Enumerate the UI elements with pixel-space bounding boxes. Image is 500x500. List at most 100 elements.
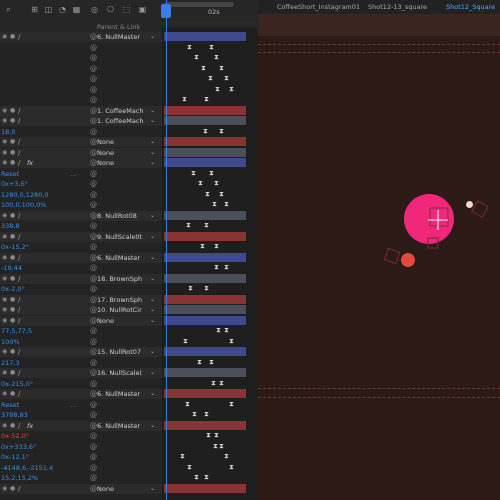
keyframe-icon[interactable]: ⧗ — [187, 463, 192, 472]
keyframe-icon[interactable]: ⧗ — [209, 169, 214, 178]
property-row[interactable]: 0x+3,6° @ — [0, 179, 162, 189]
pickwhip-icon[interactable]: @ — [90, 253, 97, 263]
parent-name[interactable]: 18. BrownSph — [97, 274, 152, 284]
keyframe-icon[interactable]: ⧗ — [224, 200, 229, 209]
keyframe-icon[interactable]: ⧗ — [204, 473, 209, 482]
quality-switch-icon[interactable]: / — [18, 106, 20, 116]
layer-duration-bar[interactable] — [164, 294, 246, 304]
parent-name[interactable]: 6. NullMaster — [97, 389, 152, 399]
property-row[interactable]: 3788,83 @ — [0, 410, 162, 420]
property-row[interactable]: Reset... @ — [0, 168, 162, 179]
solo-icon[interactable]: ● — [10, 275, 15, 283]
pickwhip-icon[interactable]: @ — [90, 32, 97, 42]
keyframe-icon[interactable]: ⧗ — [186, 221, 191, 230]
keyframe-icon[interactable]: ⧗ — [200, 242, 205, 251]
keyframe-icon[interactable]: ⧗ — [214, 53, 219, 62]
expression-pickwhip-icon[interactable]: @ — [90, 358, 97, 368]
property-value[interactable]: Reset — [1, 169, 19, 179]
parent-name[interactable]: 17. BrownSph — [97, 295, 152, 305]
solo-icon[interactable]: ● — [10, 422, 15, 430]
visibility-eye-icon[interactable]: ◉ — [2, 348, 7, 356]
visibility-eye-icon[interactable]: ◉ — [2, 107, 7, 115]
parent-name[interactable]: None — [97, 158, 152, 168]
keyframe-icon[interactable]: ⧗ — [224, 452, 229, 461]
layer-row[interactable]: ◉ ● / @1. CoffeeMach ⌄ — [0, 116, 162, 126]
layer-row[interactable]: ◉ ● / @ None ⌄ — [0, 137, 162, 147]
tab-shot12-13[interactable]: Shot12-13_square — [368, 0, 427, 14]
property-row[interactable]: 100% @ — [0, 336, 162, 347]
pickwhip-icon[interactable]: @ — [90, 274, 97, 284]
playhead-line[interactable] — [166, 0, 167, 500]
pickwhip-icon[interactable]: @ — [90, 316, 97, 326]
expression-pickwhip-icon[interactable]: @ — [90, 442, 97, 452]
property-row[interactable]: Reset... @ — [0, 399, 162, 410]
property-value[interactable]: 1280,0,1280,0 — [1, 190, 49, 200]
keyframe-icon[interactable]: ⧗ — [192, 410, 197, 419]
property-row[interactable]: 77,5,77,5 @ — [0, 326, 162, 336]
parent-name[interactable]: 1. CoffeeMach — [97, 106, 152, 116]
layer-duration-bar[interactable] — [164, 252, 246, 262]
property-value[interactable]: 18,0 — [1, 127, 15, 137]
solo-icon[interactable]: ● — [10, 138, 15, 146]
solo-icon[interactable]: ● — [10, 369, 15, 377]
property-row[interactable]: 100,0,100,0% @ — [0, 200, 162, 210]
pickwhip-icon[interactable]: @ — [90, 421, 97, 431]
layer-row[interactable]: @ — [0, 63, 162, 74]
parent-dropdown-icon[interactable]: ⌄ — [150, 316, 155, 326]
visibility-eye-icon[interactable]: ◉ — [2, 159, 7, 167]
visibility-eye-icon[interactable]: ◉ — [2, 254, 7, 262]
keyframe-icon[interactable]: ⧗ — [209, 43, 214, 52]
property-value[interactable]: 0x-15,2° — [1, 242, 29, 252]
parent-dropdown-icon[interactable]: ⌄ — [150, 305, 155, 315]
keyframe-icon[interactable]: ⧗ — [224, 74, 229, 83]
visibility-eye-icon[interactable]: ◉ — [2, 233, 7, 241]
property-value[interactable]: 100,0,100,0% — [1, 200, 46, 210]
solo-icon[interactable]: ● — [10, 159, 15, 167]
pickwhip-icon[interactable]: @ — [90, 74, 97, 84]
pickwhip-icon[interactable]: @ — [90, 211, 97, 221]
pickwhip-icon[interactable]: @ — [90, 53, 97, 63]
parent-name[interactable]: None — [97, 484, 152, 494]
property-row[interactable]: 0x-52,0° @ — [0, 431, 162, 441]
quality-switch-icon[interactable]: / — [18, 389, 20, 399]
parent-dropdown-icon[interactable]: ⌄ — [150, 158, 155, 168]
keyframe-icon[interactable]: ⧗ — [209, 358, 214, 367]
visibility-eye-icon[interactable]: ◉ — [2, 390, 7, 398]
parent-dropdown-icon[interactable]: ⌄ — [150, 106, 155, 116]
keyframe-icon[interactable]: ⧗ — [182, 95, 187, 104]
graph-editor-icon[interactable]: ⎔ — [106, 5, 115, 14]
keyframe-icon[interactable]: ⧗ — [214, 242, 219, 251]
pickwhip-icon[interactable]: @ — [90, 305, 97, 315]
layer-row[interactable]: ◉ ● / fx @6. NullMaster ⌄ — [0, 420, 162, 431]
parent-name[interactable]: None — [97, 316, 152, 326]
layer-duration-bar[interactable] — [164, 389, 246, 398]
layer-duration-bar[interactable] — [164, 231, 246, 241]
parent-dropdown-icon[interactable]: ⌄ — [150, 253, 155, 263]
layer-row[interactable]: @ — [0, 84, 162, 95]
keyframe-icon[interactable]: ⧗ — [208, 74, 213, 83]
search-icon[interactable]: ⌕ — [4, 5, 13, 14]
layer-row[interactable]: ◉ ● / @ None ⌄ — [0, 147, 162, 158]
layer-duration-bar[interactable] — [164, 137, 246, 146]
parent-name[interactable]: 16. NullScale( — [97, 368, 152, 378]
property-value[interactable]: 338,8 — [1, 221, 20, 231]
property-value[interactable]: 217,3 — [1, 358, 20, 368]
layer-row[interactable]: ◉ ● / @1. CoffeeMach ⌄ — [0, 105, 162, 116]
layer-duration-bar[interactable] — [164, 347, 246, 356]
property-value[interactable]: 0x-2,0° — [1, 284, 25, 294]
visibility-eye-icon[interactable]: ◉ — [2, 212, 7, 220]
layer-row[interactable]: ◉ ● / @10. NullRotCir ⌄ — [0, 305, 162, 315]
keyframe-icon[interactable]: ⧗ — [216, 326, 221, 335]
property-value[interactable]: 100% — [1, 337, 20, 347]
property-value[interactable]: 3788,83 — [1, 410, 28, 420]
visibility-eye-icon[interactable]: ◉ — [2, 138, 7, 146]
keyframe-icon[interactable]: ⧗ — [224, 326, 229, 335]
keyframe-icon[interactable]: ⧗ — [185, 400, 190, 409]
layer-duration-bar[interactable] — [164, 116, 246, 125]
pickwhip-icon[interactable]: @ — [90, 85, 97, 95]
small-dot[interactable] — [466, 201, 473, 208]
visibility-eye-icon[interactable]: ◉ — [2, 317, 7, 325]
expression-pickwhip-icon[interactable]: @ — [90, 200, 97, 210]
keyframe-icon[interactable]: ⧗ — [204, 284, 209, 293]
zoom-slider[interactable] — [164, 2, 234, 7]
